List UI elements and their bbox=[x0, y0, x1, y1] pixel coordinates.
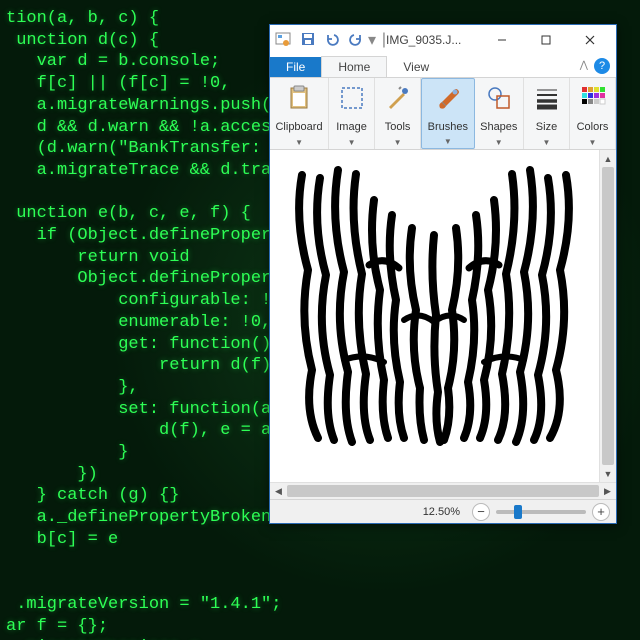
ribbon-size[interactable]: Size ▼ bbox=[524, 78, 570, 149]
titlebar[interactable]: ▾ | IMG_9035.J... bbox=[270, 25, 616, 55]
chevron-down-icon: ▼ bbox=[394, 138, 402, 147]
scroll-track-h[interactable] bbox=[287, 483, 599, 499]
zoom-slider-thumb[interactable] bbox=[514, 505, 522, 519]
redo-icon[interactable] bbox=[346, 29, 366, 49]
tab-strip: File Home View ⋀ ? bbox=[270, 55, 616, 78]
canvas-viewport[interactable] bbox=[270, 150, 599, 482]
zoom-level: 12.50% bbox=[423, 506, 460, 518]
ribbon-shapes[interactable]: Shapes ▼ bbox=[475, 78, 524, 149]
chevron-down-icon: ▼ bbox=[295, 138, 303, 147]
canvas-content[interactable] bbox=[270, 150, 599, 482]
clipboard-icon bbox=[283, 82, 315, 114]
zoom-out-button[interactable]: − bbox=[472, 503, 490, 521]
collapse-ribbon-icon[interactable]: ⋀ bbox=[580, 60, 588, 71]
chevron-down-icon: ▼ bbox=[348, 138, 356, 147]
scroll-up-icon[interactable]: ▲ bbox=[600, 150, 616, 167]
vertical-scrollbar[interactable]: ▲ ▼ bbox=[599, 150, 616, 482]
scroll-thumb-v[interactable] bbox=[602, 167, 614, 465]
close-button[interactable] bbox=[568, 26, 612, 54]
ribbon-shapes-label: Shapes bbox=[480, 121, 517, 133]
ribbon-tools[interactable]: Tools ▼ bbox=[375, 78, 421, 149]
app-icon bbox=[274, 31, 292, 49]
window-controls bbox=[480, 26, 612, 54]
tab-home[interactable]: Home bbox=[321, 56, 387, 77]
save-icon[interactable] bbox=[298, 29, 318, 49]
size-icon bbox=[531, 82, 563, 114]
scroll-thumb-h[interactable] bbox=[287, 485, 599, 497]
chevron-down-icon: ▼ bbox=[444, 137, 452, 146]
help-icon[interactable]: ? bbox=[594, 58, 610, 74]
ribbon-colors[interactable]: Colors ▼ bbox=[570, 78, 616, 149]
ribbon-image[interactable]: Image ▼ bbox=[329, 78, 375, 149]
scroll-right-icon[interactable]: ▶ bbox=[599, 483, 616, 500]
tab-file[interactable]: File bbox=[270, 57, 321, 77]
chevron-down-icon: ▼ bbox=[495, 138, 503, 147]
canvas-area: ▲ ▼ bbox=[270, 150, 616, 482]
ribbon-image-label: Image bbox=[336, 121, 367, 133]
brush-icon bbox=[432, 83, 464, 115]
chevron-down-icon: ▼ bbox=[543, 138, 551, 147]
ribbon-brushes-label: Brushes bbox=[428, 121, 468, 133]
maximize-button[interactable] bbox=[524, 26, 568, 54]
minimize-button[interactable] bbox=[480, 26, 524, 54]
ribbon-tools-label: Tools bbox=[385, 121, 411, 133]
ribbon-colors-label: Colors bbox=[577, 121, 609, 133]
image-select-icon bbox=[336, 82, 368, 114]
colors-icon bbox=[577, 82, 609, 114]
ribbon-size-label: Size bbox=[536, 121, 557, 133]
paint-window: ▾ | IMG_9035.J... File Home View ⋀ ? Cli bbox=[269, 24, 617, 524]
undo-icon[interactable] bbox=[322, 29, 342, 49]
quick-access-toolbar: ▾ bbox=[298, 29, 374, 51]
ribbon-clipboard[interactable]: Clipboard ▼ bbox=[270, 78, 329, 149]
chevron-down-icon: ▼ bbox=[589, 138, 597, 147]
shapes-icon bbox=[483, 82, 515, 114]
tools-icon bbox=[382, 82, 414, 114]
qat-separator: ▾ bbox=[370, 29, 374, 51]
scroll-down-icon[interactable]: ▼ bbox=[600, 465, 616, 482]
scroll-track-v[interactable] bbox=[600, 167, 616, 465]
tab-view[interactable]: View bbox=[387, 57, 445, 77]
horizontal-scrollbar[interactable]: ◀ ▶ bbox=[270, 482, 616, 499]
scroll-left-icon[interactable]: ◀ bbox=[270, 483, 287, 500]
statusbar: 12.50% − + bbox=[270, 499, 616, 523]
ribbon-clipboard-label: Clipboard bbox=[275, 121, 322, 133]
zoom-slider[interactable] bbox=[496, 510, 586, 514]
canvas-artwork bbox=[284, 160, 584, 450]
ribbon: Clipboard ▼ Image ▼ Tools ▼ Brushes ▼ bbox=[270, 78, 616, 150]
ribbon-brushes[interactable]: Brushes ▼ bbox=[421, 78, 474, 149]
zoom-in-button[interactable]: + bbox=[592, 503, 610, 521]
window-title: IMG_9035.J... bbox=[386, 33, 480, 47]
